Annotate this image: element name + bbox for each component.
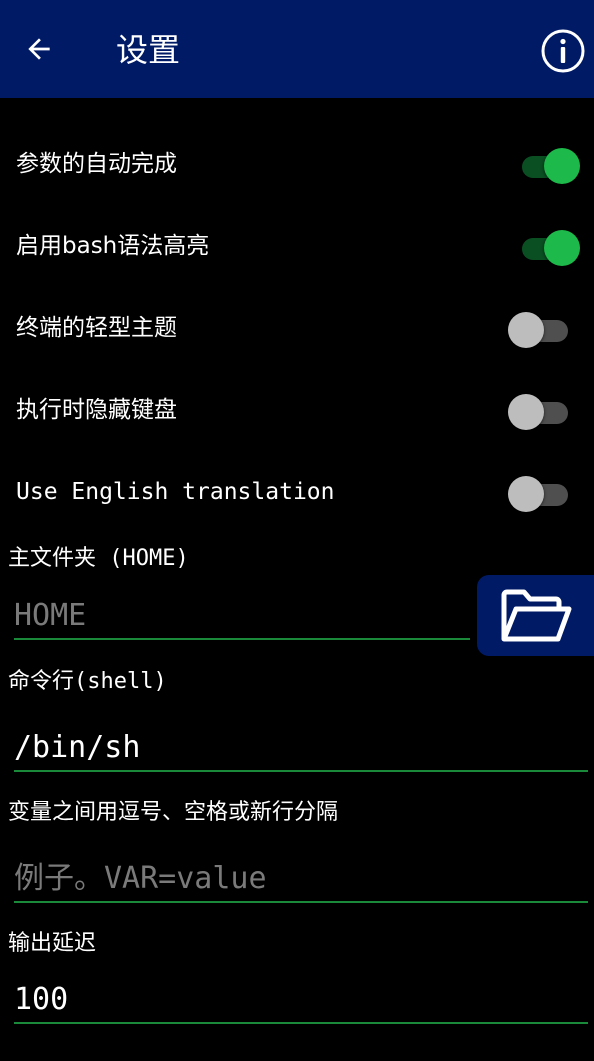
setting-label: 终端的轻型主题 bbox=[16, 315, 177, 341]
toggle-english-translation[interactable] bbox=[508, 474, 582, 514]
switch-thumb bbox=[508, 312, 544, 348]
setting-label: 启用bash语法高亮 bbox=[16, 233, 210, 259]
setting-row-english: Use English translation bbox=[0, 462, 594, 522]
setting-row-light-theme: 终端的轻型主题 bbox=[0, 298, 594, 358]
info-button[interactable] bbox=[538, 26, 588, 76]
setting-label: Use English translation bbox=[16, 479, 335, 505]
app-bar: 设置 bbox=[0, 0, 594, 98]
switch-thumb bbox=[508, 394, 544, 430]
home-input[interactable] bbox=[14, 592, 470, 640]
env-field-label: 变量之间用逗号、空格或新行分隔 bbox=[8, 800, 339, 825]
setting-row-autocomplete: 参数的自动完成 bbox=[0, 134, 594, 194]
toggle-bash-highlight[interactable] bbox=[508, 228, 582, 268]
setting-row-bash-highlight: 启用bash语法高亮 bbox=[0, 216, 594, 276]
toggle-autocomplete[interactable] bbox=[508, 146, 582, 186]
setting-label: 执行时隐藏键盘 bbox=[16, 397, 177, 423]
home-field-label: 主文件夹 (HOME) bbox=[8, 546, 189, 571]
folder-open-icon bbox=[501, 589, 571, 641]
back-button[interactable] bbox=[14, 24, 64, 74]
output-delay-input[interactable] bbox=[14, 976, 588, 1024]
page-title: 设置 bbox=[116, 31, 181, 69]
env-vars-input[interactable] bbox=[14, 855, 588, 903]
arrow-left-icon bbox=[28, 38, 50, 60]
shell-field-label: 命令行(shell) bbox=[8, 669, 167, 694]
switch-thumb bbox=[508, 476, 544, 512]
toggle-hide-keyboard[interactable] bbox=[508, 392, 582, 432]
setting-label: 参数的自动完成 bbox=[16, 151, 177, 177]
switch-thumb bbox=[544, 230, 580, 266]
info-circle-icon bbox=[541, 29, 585, 73]
toggle-light-theme[interactable] bbox=[508, 310, 582, 350]
delay-field-label: 输出延迟 bbox=[8, 931, 97, 956]
switch-thumb bbox=[544, 148, 580, 184]
browse-folder-button[interactable] bbox=[477, 575, 594, 656]
setting-row-hide-keyboard: 执行时隐藏键盘 bbox=[0, 380, 594, 440]
shell-input[interactable] bbox=[14, 724, 588, 772]
